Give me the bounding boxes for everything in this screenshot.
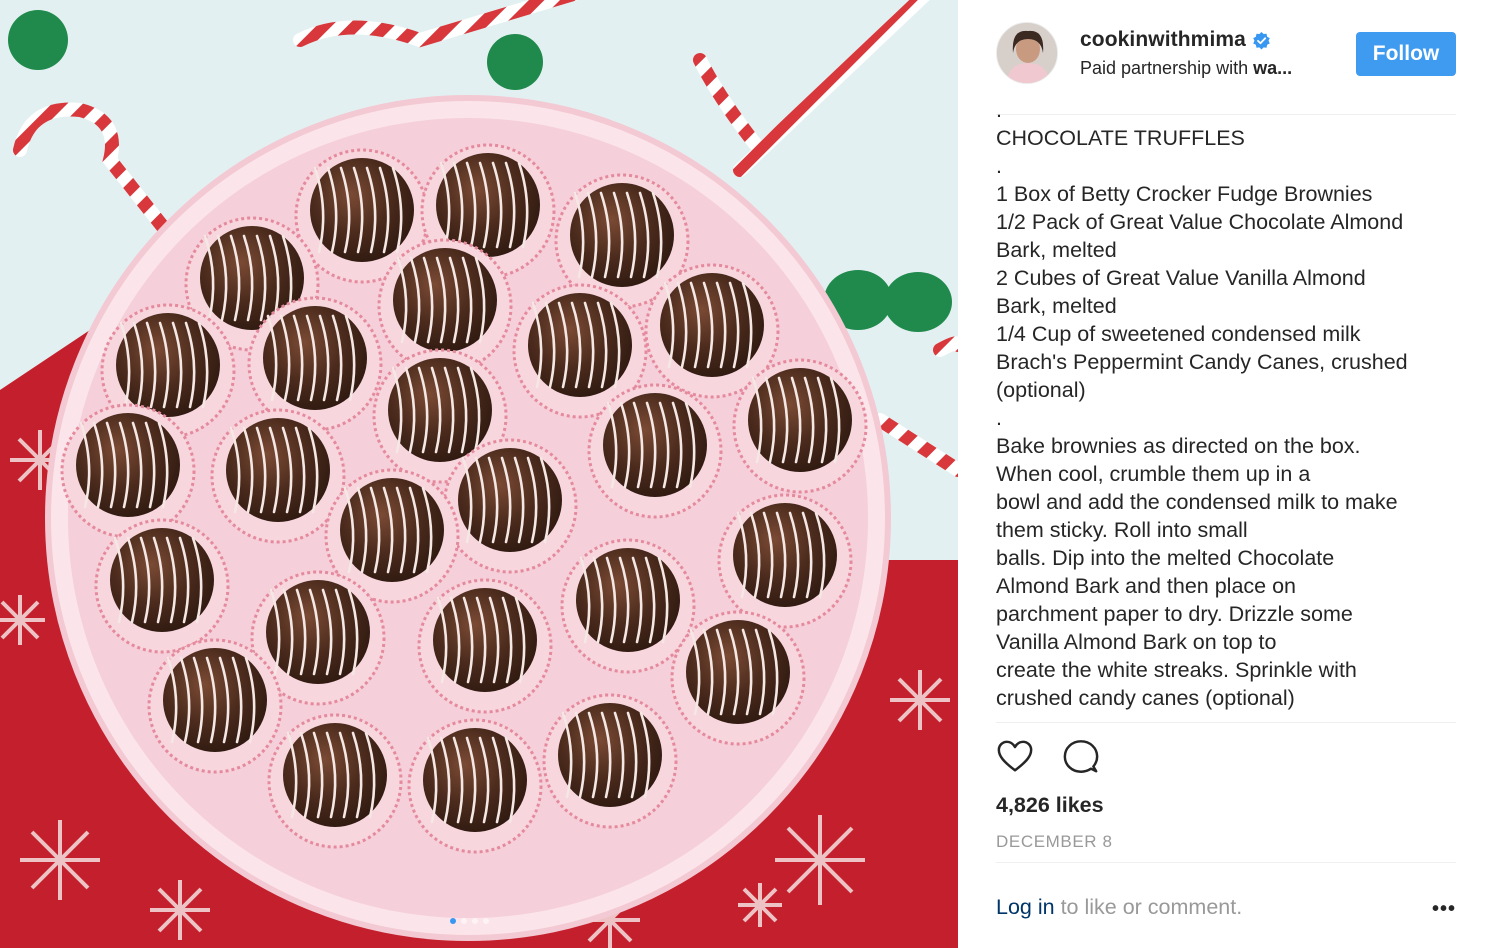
post-caption: . CHOCOLATE TRUFFLES. 1 Box of Betty Crock… [996, 96, 1466, 716]
truffle [267, 713, 403, 849]
follow-button[interactable]: Follow [1356, 32, 1456, 76]
carousel-dot [450, 918, 456, 924]
verified-badge-icon [1253, 31, 1270, 50]
caption-line: parchment paper to dry. Drizzle some [996, 602, 1353, 626]
caption-line: . [996, 154, 1002, 178]
post-photo[interactable] [0, 0, 958, 948]
login-prompt: Log in to like or comment. [996, 895, 1242, 920]
caption-line: 1/4 Cup of sweetened condensed milk [996, 322, 1361, 346]
username-row: cookinwithmima [1080, 28, 1271, 52]
caption-line: When cool, crumble them up in a [996, 462, 1311, 486]
caption-line: (optional) [996, 378, 1086, 402]
paid-partnership-label[interactable]: Paid partnership with wa... [1080, 58, 1292, 79]
truffle [732, 358, 868, 494]
partnership-prefix: Paid partnership with [1080, 58, 1254, 78]
caption-line: CHOCOLATE TRUFFLES [996, 126, 1245, 150]
caption-line: Bark, melted [996, 238, 1117, 262]
avatar[interactable] [996, 22, 1058, 84]
login-prompt-text: to like or comment. [1054, 895, 1243, 919]
username[interactable]: cookinwithmima [1080, 28, 1246, 52]
caption-line: create the white streaks. Sprinkle with [996, 658, 1357, 682]
truffle [442, 438, 578, 574]
truffle [587, 383, 723, 519]
caption-line: Almond Bark and then place on [996, 574, 1297, 598]
login-link[interactable]: Log in [996, 895, 1055, 919]
heart-outline-icon[interactable] [996, 738, 1034, 776]
truffle [560, 538, 696, 674]
carousel-indicator [450, 918, 489, 924]
post-date[interactable]: DECEMBER 8 [996, 832, 1113, 852]
truffles-photo [0, 0, 958, 948]
carousel-dot [472, 918, 478, 924]
caption-line: . [996, 406, 1002, 430]
truffle [417, 578, 553, 714]
caption-line: Brach's Peppermint Candy Canes, crushed [996, 350, 1408, 374]
partner-name[interactable]: wa... [1253, 58, 1292, 78]
post-header: cookinwithmima Paid partnership with wa.… [996, 20, 1456, 90]
likes-count[interactable]: 4,826 likes [996, 793, 1104, 818]
avatar-portrait-icon [997, 23, 1057, 83]
caption-line: 1/2 Pack of Great Value Chocolate Almond [996, 210, 1404, 234]
comment-bubble-icon[interactable] [1062, 738, 1100, 776]
truffle [147, 638, 283, 774]
more-options-button[interactable]: ••• [1432, 898, 1456, 921]
truffle [210, 408, 346, 544]
caption-line: balls. Dip into the melted Chocolate [996, 546, 1335, 570]
caption-line: Bake brownies as directed on the box. [996, 434, 1361, 458]
truffle [407, 718, 543, 854]
truffle [60, 403, 196, 539]
carousel-dot [461, 918, 467, 924]
caption-line: 2 Cubes of Great Value Vanilla Almond [996, 266, 1366, 290]
caption-line: 1 Box of Betty Crocker Fudge Brownies [996, 182, 1373, 206]
action-bar [996, 738, 1100, 776]
caption-line: . [996, 98, 1002, 122]
caption-line: bowl and add the condensed milk to make [996, 490, 1398, 514]
caption-line: Vanilla Almond Bark on top to [996, 630, 1277, 654]
truffle [94, 518, 230, 654]
caption-line: Bark, melted [996, 294, 1117, 318]
truffle [542, 693, 678, 829]
caption-divider [996, 722, 1456, 723]
carousel-dot [483, 918, 489, 924]
post-detail-panel: cookinwithmima Paid partnership with wa.… [958, 0, 1488, 948]
caption-line: them sticky. Roll into small [996, 518, 1248, 542]
footer-divider [996, 862, 1456, 863]
truffle [670, 610, 806, 746]
truffle [717, 493, 853, 629]
caption-line: crushed candy canes (optional) [996, 686, 1295, 710]
